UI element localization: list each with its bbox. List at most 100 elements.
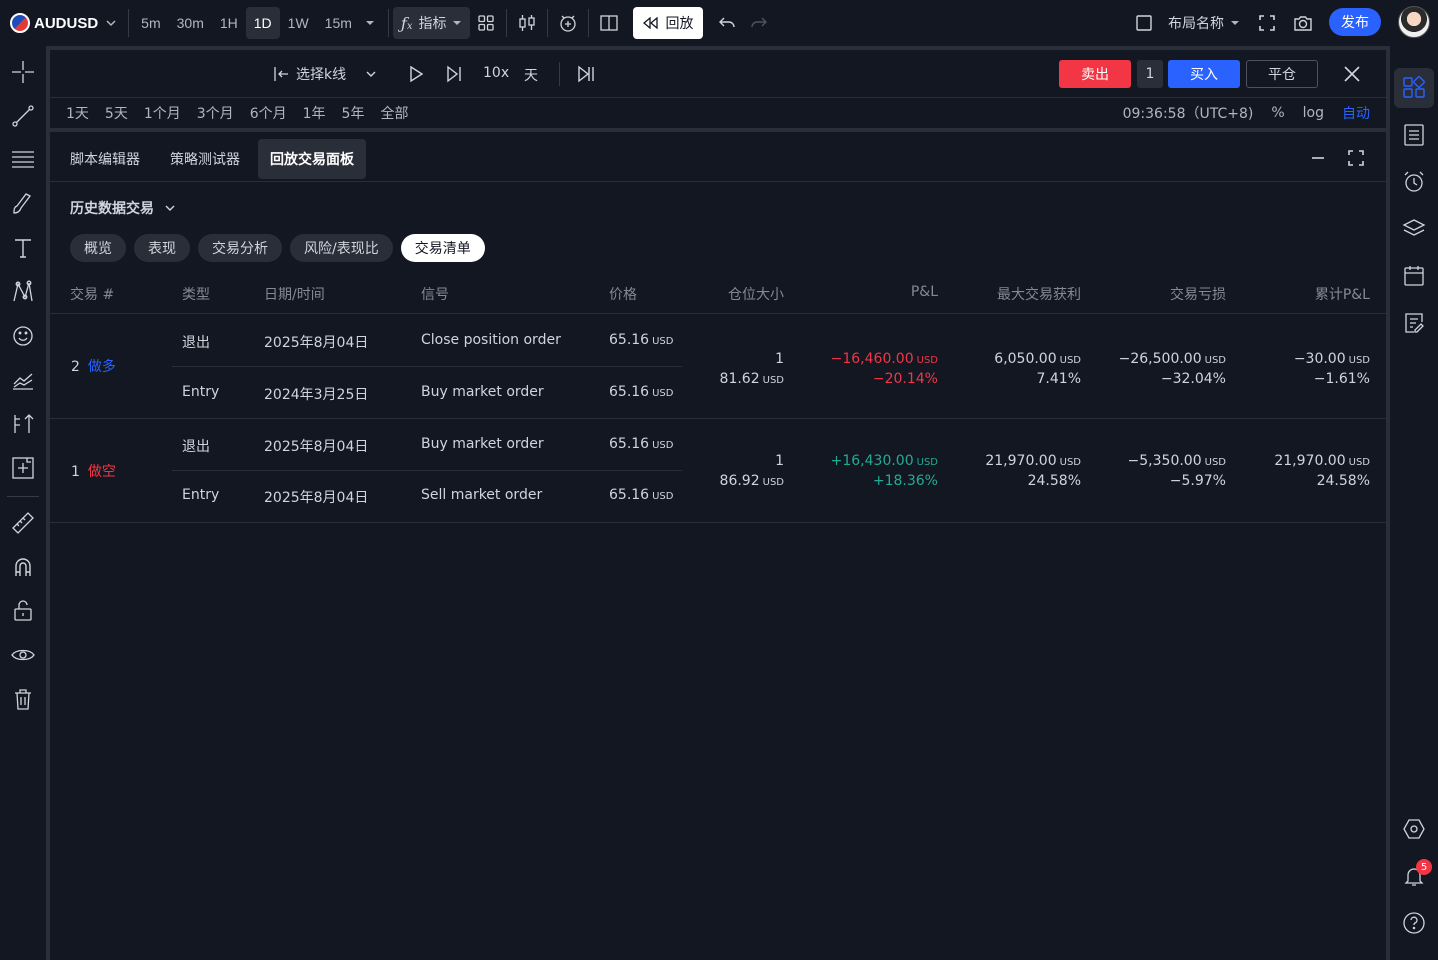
chevron-down-icon (104, 16, 118, 30)
auto-scale-toggle[interactable]: 自动 (1342, 103, 1370, 123)
magnet-icon[interactable] (5, 549, 41, 585)
indicators-button[interactable]: ƒx 指标 (392, 7, 471, 39)
run-up-value: 21,970.00 USD (985, 453, 1081, 469)
avatar[interactable] (1398, 6, 1430, 38)
tab-replay-trading[interactable]: 回放交易面板 (258, 138, 366, 179)
speed-selector[interactable]: 10x (483, 65, 509, 81)
layout-name-dropdown[interactable]: 布局名称 (1168, 13, 1240, 33)
timeframe-dropdown-icon[interactable] (360, 7, 380, 39)
measure-tools-icon[interactable] (5, 406, 41, 442)
range-all[interactable]: 全部 (375, 103, 413, 123)
subtab-risk-ratios[interactable]: 风险/表现比 (290, 234, 393, 262)
header-trade-no[interactable]: 交易 # (70, 284, 114, 304)
symbol-selector[interactable]: AUDUSD (0, 0, 124, 46)
position-value: 86.92 USD (719, 473, 784, 489)
close-position-button[interactable]: 平仓 (1246, 60, 1318, 88)
settings-hex-icon[interactable] (1394, 809, 1434, 849)
history-trading-dropdown[interactable]: 历史数据交易 (70, 198, 176, 218)
ruler-icon[interactable] (5, 505, 41, 541)
header-drawdown: 交易亏损 (1170, 287, 1226, 303)
subtab-overview[interactable]: 概览 (70, 234, 126, 262)
timeframe-1d[interactable]: 1D (245, 7, 280, 39)
entry-signal: Sell market order (421, 487, 543, 503)
fullscreen-icon[interactable] (1251, 7, 1283, 39)
range-1d[interactable]: 1天 (61, 103, 94, 123)
table-row[interactable]: 2 做多 退出 2025年8月04日 Close position order 6… (50, 315, 1386, 419)
timeframe-1w[interactable]: 1W (280, 7, 317, 39)
pnl-value: +16,430.00 USD (830, 453, 938, 469)
text-icon[interactable] (5, 230, 41, 266)
range-5y[interactable]: 5年 (337, 103, 370, 123)
timeframe-5m[interactable]: 5m (133, 7, 168, 39)
bottom-panel-tabs: 脚本编辑器 策略测试器 回放交易面板 (50, 136, 1386, 182)
forecast-icon[interactable] (5, 362, 41, 398)
crosshair-icon[interactable] (5, 54, 41, 90)
alarm-clock-icon[interactable] (1394, 162, 1434, 202)
watchlist-icon[interactable] (1394, 115, 1434, 155)
buy-button[interactable]: 买入 (1168, 60, 1240, 88)
sell-button[interactable]: 卖出 (1059, 60, 1131, 88)
tab-script-editor[interactable]: 脚本编辑器 (58, 139, 152, 179)
clock-time[interactable]: 09:36:58（UTC+8) (1123, 103, 1254, 123)
calendar-icon[interactable] (1394, 256, 1434, 296)
trash-icon[interactable] (5, 681, 41, 717)
checkbox-icon[interactable] (1128, 7, 1160, 39)
smiley-icon[interactable] (5, 318, 41, 354)
pnl-percent: −20.14% (872, 371, 938, 387)
templates-grid-icon[interactable] (470, 7, 502, 39)
run-up-percent: 7.41% (1036, 371, 1081, 387)
select-bar-button[interactable]: 选择k线 (272, 64, 378, 84)
table-row[interactable]: 1 做空 退出 2025年8月04日 Buy market order 65.16… (50, 419, 1386, 523)
fib-retracement-icon[interactable] (5, 142, 41, 178)
replay-button[interactable]: 回放 (633, 7, 704, 39)
step-forward-icon[interactable] (444, 64, 464, 84)
dashboard-icon[interactable] (1394, 68, 1434, 108)
entry-signal: Buy market order (421, 384, 544, 400)
log-scale-toggle[interactable]: log (1303, 105, 1324, 121)
range-1m[interactable]: 1个月 (139, 103, 186, 123)
exit-price: 65.16 USD (609, 332, 674, 348)
jump-to-realtime-icon[interactable] (576, 64, 596, 84)
timeframe-15m[interactable]: 15m (317, 7, 360, 39)
range-6m[interactable]: 6个月 (245, 103, 292, 123)
alert-add-icon[interactable] (552, 7, 584, 39)
timeframe-30m[interactable]: 30m (169, 7, 212, 39)
eye-icon[interactable] (5, 637, 41, 673)
notes-edit-icon[interactable] (1394, 303, 1434, 343)
divider (7, 496, 39, 497)
minimize-icon[interactable] (1306, 144, 1330, 172)
layers-icon[interactable] (1394, 209, 1434, 249)
tab-strategy-tester[interactable]: 策略测试器 (158, 139, 252, 179)
entry-datetime: 2024年3月25日 (264, 387, 369, 403)
quantity-field[interactable]: 1 (1137, 60, 1163, 88)
percent-scale-toggle[interactable]: % (1271, 105, 1284, 121)
range-1y[interactable]: 1年 (298, 103, 331, 123)
position-value: 81.62 USD (719, 371, 784, 387)
exit-signal: Buy market order (421, 436, 544, 452)
undo-icon[interactable] (711, 7, 743, 39)
history-title: 历史数据交易 (70, 201, 154, 217)
split-layout-icon[interactable] (593, 7, 625, 39)
trend-line-icon[interactable] (5, 98, 41, 134)
range-5d[interactable]: 5天 (100, 103, 133, 123)
subtab-trade-analysis[interactable]: 交易分析 (198, 234, 282, 262)
close-icon[interactable] (1338, 62, 1366, 86)
camera-icon[interactable] (1287, 7, 1319, 39)
help-icon[interactable] (1394, 903, 1434, 943)
pattern-icon[interactable] (5, 274, 41, 310)
range-3m[interactable]: 3个月 (192, 103, 239, 123)
candles-icon[interactable] (511, 7, 543, 39)
subtab-trade-list[interactable]: 交易清单 (400, 234, 485, 262)
timeframe-1h[interactable]: 1H (212, 7, 246, 39)
subtab-performance[interactable]: 表现 (134, 234, 190, 262)
exit-type: 退出 (182, 439, 210, 455)
zoom-in-icon[interactable] (5, 450, 41, 486)
redo-icon[interactable] (743, 7, 775, 39)
lock-icon[interactable] (5, 593, 41, 629)
maximize-icon[interactable] (1344, 144, 1368, 172)
publish-button[interactable]: 发布 (1329, 8, 1381, 36)
brush-icon[interactable] (5, 186, 41, 222)
notification-bell-icon[interactable]: 5 (1394, 856, 1434, 896)
play-icon[interactable] (406, 64, 426, 84)
interval-selector[interactable]: 天 (524, 65, 538, 85)
